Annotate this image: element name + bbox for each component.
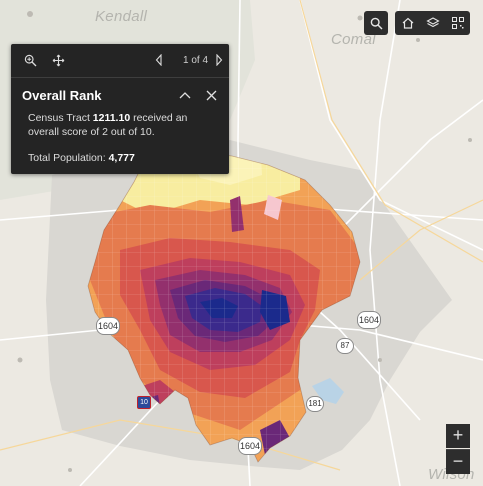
- previous-feature-button[interactable]: [153, 53, 165, 67]
- zoom-to-button[interactable]: [22, 52, 38, 68]
- map-tools-toolbar: [395, 11, 470, 35]
- close-button[interactable]: [203, 87, 219, 103]
- popup-body: Census Tract 1211.10 received an overall…: [28, 112, 218, 139]
- highway-shield-1604-south: 1604: [238, 437, 262, 455]
- popup-header: 1 of 4: [11, 44, 229, 76]
- zoom-to-icon: [24, 54, 36, 66]
- pan-button[interactable]: [50, 52, 66, 68]
- close-icon: [206, 90, 216, 100]
- chevron-right-icon: [216, 54, 223, 66]
- highway-shield-1604-east: 1604: [357, 311, 381, 329]
- search-icon: [370, 17, 383, 30]
- population-label: Total Population:: [28, 152, 109, 164]
- chevron-up-icon: [179, 92, 191, 99]
- popup-divider: [11, 77, 229, 78]
- collapse-button[interactable]: [177, 87, 193, 103]
- tract-id: 1211.10: [92, 112, 131, 124]
- home-button[interactable]: [401, 16, 415, 30]
- move-icon: [52, 54, 64, 66]
- population-line: Total Population: 4,777: [28, 152, 135, 164]
- body-text-pre: Census Tract: [28, 112, 93, 124]
- chevron-left-icon: [155, 54, 162, 66]
- qr-code-button[interactable]: [451, 16, 465, 30]
- popup-pager: 1 of 4: [183, 55, 209, 66]
- home-icon: [402, 17, 413, 29]
- layers-button[interactable]: [425, 16, 440, 30]
- next-feature-button[interactable]: [213, 53, 225, 67]
- popup-title: Overall Rank: [22, 88, 102, 103]
- search-button[interactable]: [364, 11, 388, 35]
- zoom-in-button[interactable]: +: [446, 424, 470, 448]
- highway-shield-181: 181: [306, 396, 324, 412]
- highway-shield-1604-west: 1604: [96, 317, 120, 335]
- highway-shield-87: 87: [336, 338, 354, 354]
- layers-icon: [425, 17, 440, 28]
- zoom-out-button[interactable]: −: [446, 449, 470, 474]
- county-label-kendall: Kendall: [95, 8, 148, 25]
- qr-code-icon: [451, 17, 464, 29]
- feature-popup: 1 of 4 Overall Rank Census Tract 1211.10…: [11, 44, 229, 174]
- highway-shield-i10: 10: [137, 396, 151, 409]
- population-value: 4,777: [108, 152, 135, 164]
